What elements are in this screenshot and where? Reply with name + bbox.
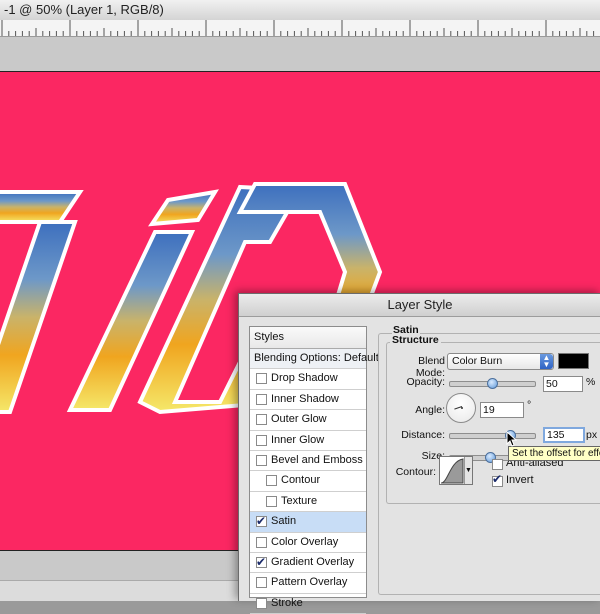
styles-header[interactable]: Styles [250,327,366,349]
style-item-label: Satin [271,515,297,528]
styles-list: Styles Blending Options: Default Drop Sha… [249,326,379,614]
mouse-cursor-icon [506,431,518,447]
contour-curve-icon [440,458,464,484]
anti-aliased-checkbox[interactable] [492,459,503,470]
blend-mode-select[interactable]: Color Burn ▲ ▼ [447,353,554,370]
horizontal-ruler [0,20,600,37]
style-item-label: Color Overlay [271,535,339,548]
style-checkbox[interactable] [256,414,267,426]
style-checkbox[interactable]: ✔ [256,555,267,569]
blend-mode-value: Color Burn [452,355,503,367]
opacity-slider[interactable] [449,378,536,389]
style-checkbox[interactable] [256,536,267,548]
invert-label: Invert [506,474,534,486]
document-titlebar[interactable]: -1 @ 50% (Layer 1, RGB/8) [0,0,600,21]
letter-i-dot [148,189,219,227]
ruler-ticks [1,20,595,36]
style-item-satin[interactable]: ✔ Satin [250,512,366,533]
distance-tooltip: Set the offset for effect [508,446,600,461]
dialog-titlebar[interactable]: Layer Style [239,294,600,317]
style-item-inner-glow[interactable]: Inner Glow [250,431,366,451]
opacity-input[interactable]: 50 [543,376,583,392]
style-item-label: Gradient Overlay [271,555,355,568]
style-item-outer-glow[interactable]: Outer Glow [250,410,366,431]
style-item-gradient-overlay[interactable]: ✔ Gradient Overlay [250,553,366,574]
invert-checkbox[interactable]: ✔ [492,472,503,487]
document-title: -1 @ 50% (Layer 1, RGB/8) [4,2,164,17]
style-checkbox[interactable] [256,434,267,446]
style-checkbox[interactable] [256,597,267,609]
style-item-inner-shadow[interactable]: Inner Shadow [250,390,366,411]
style-item-label: Inner Shadow [271,392,339,405]
style-item-drop-shadow[interactable]: Drop Shadow [250,369,366,390]
style-checkbox[interactable]: ✔ [256,514,267,528]
style-item-blending-options-default[interactable]: Blending Options: Default [250,349,379,370]
checkmark-icon: ✔ [256,554,267,569]
satin-section: Satin Blend Mode: Color Burn ▲ ▼ Opacity:… [378,324,600,600]
letter-stroke-2 [0,220,78,414]
opacity-slider-thumb[interactable] [487,378,498,389]
style-checkbox[interactable] [256,373,267,385]
angle-dial-center [461,407,463,409]
satin-color-swatch[interactable] [558,353,589,369]
style-item-label: Pattern Overlay [271,576,348,589]
angle-input[interactable]: 19 [480,402,524,418]
style-item-label: Drop Shadow [271,372,338,385]
style-item-texture[interactable]: Texture [250,492,366,513]
checkmark-icon: ✔ [256,514,267,529]
style-item-label: Bevel and Emboss [271,453,363,466]
style-item-label: Contour [281,474,321,487]
distance-input[interactable]: 135 [543,427,585,443]
structure-title: Structure [390,334,441,346]
updown-arrows-icon: ▲ ▼ [540,354,553,369]
contour-picker[interactable]: ▼ [439,456,473,485]
angle-dial[interactable] [446,393,476,423]
style-item-label: Texture [281,494,318,507]
style-checkbox[interactable] [266,475,277,487]
opacity-unit: % [586,376,596,388]
style-item-pattern-overlay[interactable]: Pattern Overlay [250,573,366,594]
style-item-stroke[interactable]: Stroke [250,594,366,614]
distance-label: Distance: [401,429,445,441]
style-checkbox[interactable] [256,454,267,466]
angle-label: Angle: [415,404,445,416]
style-checkbox[interactable] [256,577,267,589]
style-checkbox[interactable] [256,393,267,405]
style-item-contour[interactable]: Contour [250,471,366,492]
contour-dropdown-arrow-icon[interactable]: ▼ [464,457,472,484]
dialog-title: Layer Style [387,297,453,312]
contour-label: Contour: [395,466,436,478]
style-item-label: Outer Glow [271,413,327,426]
style-item-bevel-and-emboss[interactable]: Bevel and Emboss [250,451,366,472]
letter-stroke-1 [0,190,84,224]
style-item-color-overlay[interactable]: Color Overlay [250,533,366,553]
style-checkbox[interactable] [266,495,277,507]
distance-unit: px [586,429,598,441]
angle-unit: ° [527,399,532,411]
style-item-label: Blending Options: Default [254,352,379,364]
style-item-label: Stroke [271,596,303,609]
size-label: Size: [421,450,445,462]
checkmark-icon: ✔ [492,472,503,486]
distance-slider[interactable] [449,430,536,441]
style-item-label: Inner Glow [271,433,325,446]
opacity-label: Opacity: [406,376,445,388]
